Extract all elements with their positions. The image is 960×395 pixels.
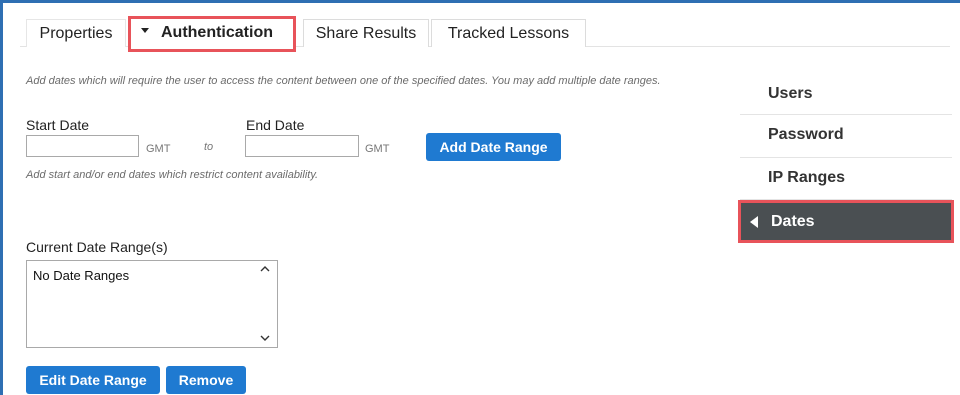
tab-tracked-lessons[interactable]: Tracked Lessons <box>431 19 586 47</box>
chevron-down-icon[interactable] <box>260 333 270 343</box>
tab-bar: Properties Authentication Share Results … <box>20 16 950 52</box>
list-item[interactable]: No Date Ranges <box>33 268 129 283</box>
window-top-border <box>0 0 960 3</box>
date-ranges-listbox[interactable]: No Date Ranges <box>26 260 278 348</box>
chevron-up-icon[interactable] <box>260 264 270 274</box>
remove-button[interactable]: Remove <box>166 366 246 394</box>
dates-help-text: Add dates which will require the user to… <box>26 75 661 87</box>
side-nav-password[interactable]: Password <box>740 114 952 156</box>
triangle-left-icon <box>750 216 758 228</box>
add-date-range-button[interactable]: Add Date Range <box>426 133 561 161</box>
start-timezone-label: GMT <box>146 143 171 155</box>
tab-authentication[interactable]: Authentication <box>128 16 296 52</box>
caret-down-icon <box>141 28 149 34</box>
end-timezone-label: GMT <box>365 143 390 155</box>
end-date-label: End Date <box>246 117 305 133</box>
side-nav-ip-ranges[interactable]: IP Ranges <box>740 157 952 199</box>
side-nav-dates-label: Dates <box>771 213 815 230</box>
current-date-ranges-label: Current Date Range(s) <box>26 239 168 255</box>
side-nav-dates[interactable]: Dates <box>738 200 954 243</box>
to-separator: to <box>204 141 214 153</box>
end-date-input[interactable] <box>245 135 359 157</box>
side-nav-users[interactable]: Users <box>740 72 952 114</box>
tab-share-results[interactable]: Share Results <box>303 19 429 47</box>
edit-date-range-button[interactable]: Edit Date Range <box>26 366 160 394</box>
tab-properties[interactable]: Properties <box>26 19 126 47</box>
start-date-label: Start Date <box>26 117 90 133</box>
restrict-help-text: Add start and/or end dates which restric… <box>26 169 319 181</box>
tab-authentication-label: Authentication <box>161 24 273 41</box>
window-left-border <box>0 0 3 395</box>
start-date-input[interactable] <box>26 135 139 157</box>
